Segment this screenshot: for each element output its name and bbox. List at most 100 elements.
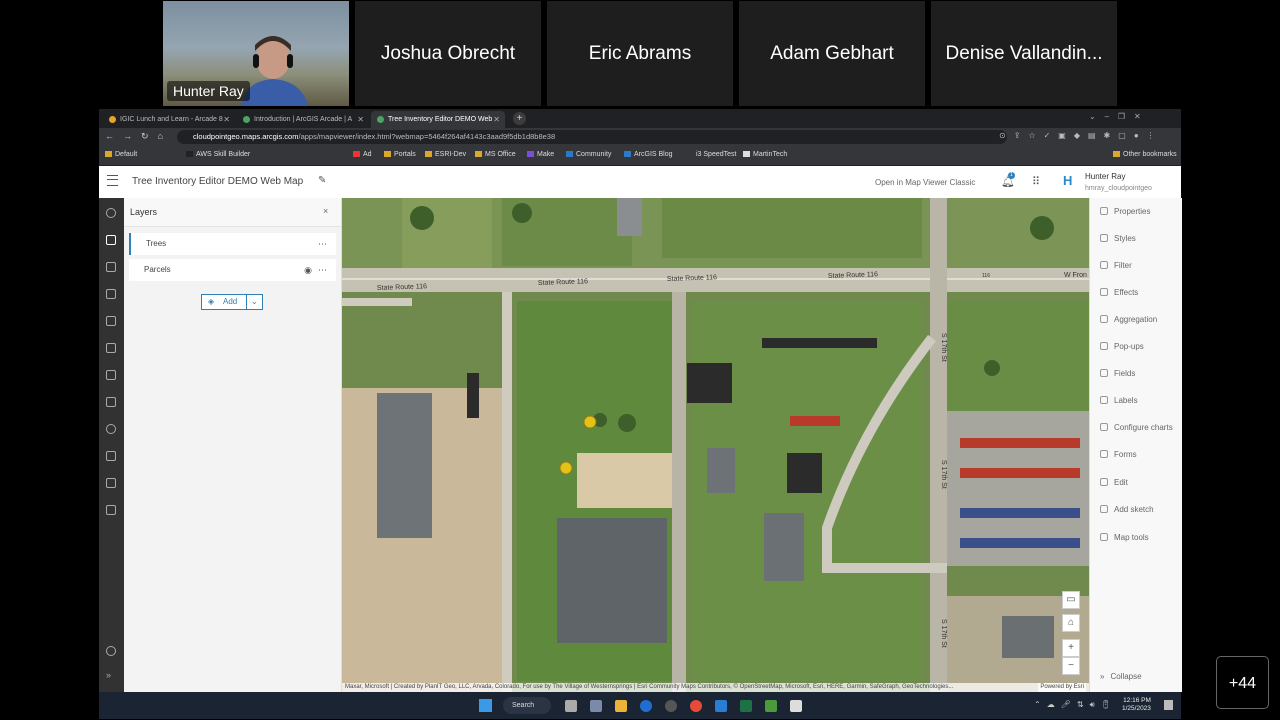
file-explorer-icon[interactable] — [615, 700, 627, 712]
clock[interactable]: 12:16 PM 1/25/2023 — [1122, 697, 1151, 713]
excel-icon[interactable] — [740, 700, 752, 712]
effects-item[interactable]: Effects — [1100, 288, 1138, 297]
fields-item[interactable]: Fields — [1100, 369, 1135, 378]
popups-item[interactable]: Pop-ups — [1100, 342, 1144, 351]
tab-favicon-icon — [109, 116, 116, 123]
forms-item[interactable]: Forms — [1100, 450, 1137, 459]
bookmark-label: Other bookmarks — [1123, 151, 1177, 158]
map-view[interactable]: State Route 116 State Route 116 State Ro… — [342, 198, 1089, 692]
menu-icon[interactable] — [107, 175, 118, 186]
browser-tab[interactable]: Introduction | ArcGIS Arcade | A ✕ — [237, 111, 369, 128]
bookmark-item[interactable]: Community — [566, 151, 611, 158]
aggregation-item[interactable]: Aggregation — [1100, 315, 1157, 324]
bookmark-item[interactable]: MartinTech — [743, 151, 787, 158]
close-icon[interactable]: ✕ — [223, 115, 230, 124]
labels-item[interactable]: Labels — [1100, 396, 1138, 405]
edit-pencil-icon[interactable]: ✎ — [318, 175, 326, 186]
app-icon[interactable] — [590, 700, 602, 712]
open-classic-link[interactable]: Open in Map Viewer Classic — [875, 178, 975, 187]
extension-icons[interactable]: ⊙⇪☆✓▣◆▤✱▢●⋮ — [999, 131, 1163, 140]
app-icon[interactable] — [790, 700, 802, 712]
browser-tab[interactable]: IGIC Lunch and Learn - Arcade 8 ✕ — [103, 111, 235, 128]
layer-item-trees[interactable]: Trees ⋯ — [129, 233, 336, 255]
panel-title: Layers — [130, 207, 158, 217]
bookmark-item[interactable]: Ad — [353, 151, 372, 158]
add-icon[interactable] — [106, 208, 116, 218]
visibility-eye-icon[interactable]: ◉ — [304, 259, 312, 281]
satellite-imagery: State Route 116 State Route 116 State Ro… — [342, 198, 1089, 692]
other-bookmarks[interactable]: Other bookmarks — [1113, 151, 1177, 158]
app-icon[interactable] — [665, 700, 677, 712]
system-tray-icons[interactable]: ⌃☁🎤︎⇅🔊︎🔋︎ — [1034, 700, 1117, 710]
share-icon[interactable] — [106, 451, 116, 461]
url-path: /apps/mapviewer/index.html?webmap=5464f2… — [298, 132, 556, 141]
chrome-icon[interactable] — [690, 700, 702, 712]
styles-item[interactable]: Styles — [1100, 234, 1136, 243]
app-icon[interactable] — [765, 700, 777, 712]
bookmark-label: Portals — [394, 151, 416, 158]
window-controls[interactable]: ⌄ – ❐ ✕ — [1089, 112, 1141, 121]
bookmark-item[interactable]: i3 SpeedTest — [696, 151, 736, 158]
filter-item[interactable]: Filter — [1100, 261, 1132, 270]
more-options-icon[interactable]: ⋯ — [318, 233, 327, 255]
browser-window: IGIC Lunch and Learn - Arcade 8 ✕ Introdu… — [99, 109, 1182, 692]
zoom-out-button[interactable]: − — [1062, 657, 1080, 675]
new-tab-button[interactable]: + — [513, 112, 526, 125]
expand-icon[interactable]: » — [106, 670, 111, 680]
properties-icon[interactable] — [106, 397, 116, 407]
layer-item-parcels[interactable]: Parcels ◉ ⋯ — [129, 259, 336, 281]
map-tools-item[interactable]: Map tools — [1100, 533, 1149, 542]
print-icon[interactable] — [106, 505, 116, 515]
word-icon[interactable] — [715, 700, 727, 712]
tables-icon[interactable] — [106, 262, 116, 272]
layers-icon[interactable] — [106, 235, 116, 245]
org-logo-icon: H — [1063, 173, 1073, 188]
date-label: 1/25/2023 — [1122, 705, 1151, 712]
settings-panel: Properties Styles Filter Effects Aggrega… — [1089, 198, 1182, 692]
bookmark-item[interactable]: Make — [527, 151, 554, 158]
task-view-icon[interactable] — [565, 700, 577, 712]
settings-icon[interactable] — [106, 424, 116, 434]
bookmark-item[interactable]: ArcGIS Blog — [624, 151, 673, 158]
item-label: Filter — [1114, 261, 1132, 270]
zoom-in-button[interactable]: + — [1062, 639, 1080, 657]
url-field[interactable]: cloudpointgeo.maps.arcgis.com/apps/mapvi… — [177, 130, 1007, 144]
chevron-down-icon[interactable]: ⌄ — [246, 295, 258, 309]
configure-charts-item[interactable]: Configure charts — [1100, 423, 1173, 432]
nav-buttons[interactable]: ←→↻⌂ — [105, 131, 172, 142]
monitor-icon[interactable]: ▭ — [1062, 591, 1080, 609]
app-launcher-icon[interactable]: ⠿ — [1032, 175, 1040, 188]
tab-title: Introduction | ArcGIS Arcade | A — [254, 116, 353, 123]
charts-icon[interactable] — [106, 316, 116, 326]
user-menu[interactable]: Hunter Ray hmray_cloudpointgeo — [1085, 171, 1152, 194]
add-layer-button[interactable]: ◈ Add ⌄ — [201, 294, 263, 310]
more-options-icon[interactable]: ⋯ — [318, 259, 327, 281]
collapse-button[interactable]: » Collapse — [1100, 672, 1142, 681]
bookmark-item[interactable]: Portals — [384, 151, 416, 158]
windows-start-icon[interactable] — [479, 699, 492, 712]
edge-icon[interactable] — [640, 700, 652, 712]
user-id: hmray_cloudpointgeo — [1085, 185, 1152, 192]
bookmark-item[interactable]: MS Office — [475, 151, 516, 158]
legend-icon[interactable] — [106, 343, 116, 353]
bookmarks-icon[interactable] — [106, 370, 116, 380]
edit-item[interactable]: Edit — [1100, 478, 1128, 487]
bookmark-item[interactable]: AWS Skill Builder — [186, 151, 250, 158]
bookmark-item[interactable]: ESRI-Dev — [425, 151, 466, 158]
basemap-icon[interactable] — [106, 289, 116, 299]
home-icon[interactable]: ⌂ — [1062, 614, 1080, 632]
aggregation-icon — [1100, 315, 1108, 323]
notifications-icon[interactable] — [1164, 700, 1173, 710]
tab-title: Tree Inventory Editor DEMO Web — [388, 116, 493, 123]
bookmark-item[interactable]: Default — [105, 151, 137, 158]
help-icon[interactable] — [106, 646, 116, 656]
more-participants-button[interactable]: +44 — [1216, 656, 1269, 709]
close-icon[interactable]: ✕ — [357, 115, 364, 124]
browser-tab-active[interactable]: Tree Inventory Editor DEMO Web ✕ — [371, 111, 505, 128]
taskbar-search[interactable]: Search — [503, 697, 551, 714]
add-sketch-item[interactable]: Add sketch — [1100, 505, 1154, 514]
create-app-icon[interactable] — [106, 478, 116, 488]
close-icon[interactable]: × — [323, 206, 328, 216]
properties-item[interactable]: Properties — [1100, 207, 1150, 216]
close-icon[interactable]: ✕ — [493, 115, 500, 124]
